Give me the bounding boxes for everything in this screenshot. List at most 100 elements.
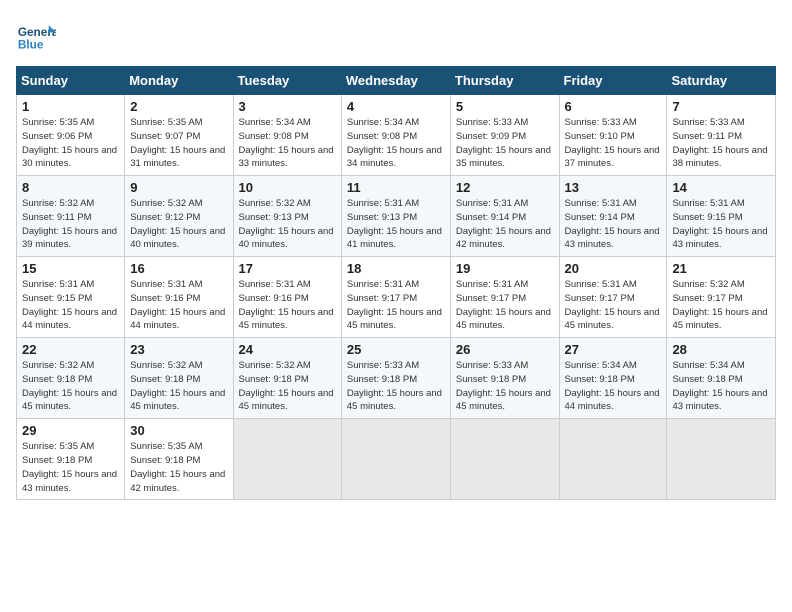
day-number: 27 bbox=[565, 342, 662, 357]
day-info: Sunrise: 5:31 AMSunset: 9:14 PMDaylight:… bbox=[456, 197, 554, 252]
logo: General Blue bbox=[16, 16, 56, 56]
day-info: Sunrise: 5:32 AMSunset: 9:12 PMDaylight:… bbox=[130, 197, 227, 252]
day-number: 5 bbox=[456, 99, 554, 114]
weekday-header: Thursday bbox=[450, 67, 559, 95]
day-number: 29 bbox=[22, 423, 119, 438]
day-info: Sunrise: 5:32 AMSunset: 9:18 PMDaylight:… bbox=[239, 359, 336, 414]
calendar-cell: 8 Sunrise: 5:32 AMSunset: 9:11 PMDaylight… bbox=[17, 176, 125, 257]
calendar-cell: 17Sunrise: 5:31 AMSunset: 9:16 PMDayligh… bbox=[233, 257, 341, 338]
day-info: Sunrise: 5:31 AMSunset: 9:13 PMDaylight:… bbox=[347, 197, 445, 252]
day-number: 3 bbox=[239, 99, 336, 114]
calendar-cell: 29 Sunrise: 5:35 AMSunset: 9:18 PMDayligh… bbox=[17, 419, 125, 500]
day-number: 2 bbox=[130, 99, 227, 114]
calendar-cell: 12 Sunrise: 5:31 AMSunset: 9:14 PMDayligh… bbox=[450, 176, 559, 257]
day-number: 15 bbox=[22, 261, 119, 276]
day-info: Sunrise: 5:31 AMSunset: 9:17 PMDaylight:… bbox=[456, 278, 554, 333]
day-info: Sunrise: 5:35 AMSunset: 9:06 PMDaylight:… bbox=[22, 116, 119, 171]
calendar-cell: 30 Sunrise: 5:35 AMSunset: 9:18 PMDayligh… bbox=[125, 419, 233, 500]
calendar-cell: 16 Sunrise: 5:31 AMSunset: 9:16 PMDayligh… bbox=[125, 257, 233, 338]
day-info: Sunrise: 5:31 AMSunset: 9:14 PMDaylight:… bbox=[565, 197, 662, 252]
day-number: 25 bbox=[347, 342, 445, 357]
day-number: 22 bbox=[22, 342, 119, 357]
day-number: 14 bbox=[672, 180, 770, 195]
calendar-cell: 28Sunrise: 5:34 AMSunset: 9:18 PMDayligh… bbox=[667, 338, 776, 419]
day-info: Sunrise: 5:33 AMSunset: 9:18 PMDaylight:… bbox=[456, 359, 554, 414]
calendar-cell: 25 Sunrise: 5:33 AMSunset: 9:18 PMDayligh… bbox=[341, 338, 450, 419]
weekday-header: Sunday bbox=[17, 67, 125, 95]
calendar-cell: 14 Sunrise: 5:31 AMSunset: 9:15 PMDayligh… bbox=[667, 176, 776, 257]
logo-icon: General Blue bbox=[16, 16, 56, 56]
day-info: Sunrise: 5:33 AMSunset: 9:18 PMDaylight:… bbox=[347, 359, 445, 414]
day-number: 1 bbox=[22, 99, 119, 114]
calendar-cell: 4Sunrise: 5:34 AMSunset: 9:08 PMDaylight… bbox=[341, 95, 450, 176]
calendar-cell: 10 Sunrise: 5:32 AMSunset: 9:13 PMDayligh… bbox=[233, 176, 341, 257]
calendar-cell bbox=[559, 419, 667, 500]
calendar-cell: 7 Sunrise: 5:33 AMSunset: 9:11 PMDaylight… bbox=[667, 95, 776, 176]
day-number: 7 bbox=[672, 99, 770, 114]
day-number: 23 bbox=[130, 342, 227, 357]
calendar-cell: 5 Sunrise: 5:33 AMSunset: 9:09 PMDaylight… bbox=[450, 95, 559, 176]
day-number: 26 bbox=[456, 342, 554, 357]
calendar-cell bbox=[233, 419, 341, 500]
svg-text:Blue: Blue bbox=[18, 38, 44, 52]
calendar-cell: 22 Sunrise: 5:32 AMSunset: 9:18 PMDayligh… bbox=[17, 338, 125, 419]
calendar-cell: 18 Sunrise: 5:31 AMSunset: 9:17 PMDayligh… bbox=[341, 257, 450, 338]
day-number: 12 bbox=[456, 180, 554, 195]
calendar-cell: 19 Sunrise: 5:31 AMSunset: 9:17 PMDayligh… bbox=[450, 257, 559, 338]
day-number: 13 bbox=[565, 180, 662, 195]
calendar-cell: 24 Sunrise: 5:32 AMSunset: 9:18 PMDayligh… bbox=[233, 338, 341, 419]
day-info: Sunrise: 5:32 AMSunset: 9:17 PMDaylight:… bbox=[672, 278, 770, 333]
day-number: 4 bbox=[347, 99, 445, 114]
day-number: 9 bbox=[130, 180, 227, 195]
calendar-cell: 15 Sunrise: 5:31 AMSunset: 9:15 PMDayligh… bbox=[17, 257, 125, 338]
day-info: Sunrise: 5:32 AMSunset: 9:18 PMDaylight:… bbox=[22, 359, 119, 414]
calendar-cell: 26 Sunrise: 5:33 AMSunset: 9:18 PMDayligh… bbox=[450, 338, 559, 419]
day-info: Sunrise: 5:35 AMSunset: 9:07 PMDaylight:… bbox=[130, 116, 227, 171]
day-info: Sunrise: 5:33 AMSunset: 9:11 PMDaylight:… bbox=[672, 116, 770, 171]
day-number: 24 bbox=[239, 342, 336, 357]
weekday-header: Tuesday bbox=[233, 67, 341, 95]
calendar-cell: 13 Sunrise: 5:31 AMSunset: 9:14 PMDayligh… bbox=[559, 176, 667, 257]
day-number: 11 bbox=[347, 180, 445, 195]
day-number: 18 bbox=[347, 261, 445, 276]
day-info: Sunrise: 5:33 AMSunset: 9:09 PMDaylight:… bbox=[456, 116, 554, 171]
day-number: 30 bbox=[130, 423, 227, 438]
calendar-cell: 6 Sunrise: 5:33 AMSunset: 9:10 PMDaylight… bbox=[559, 95, 667, 176]
day-info: Sunrise: 5:31 AMSunset: 9:15 PMDaylight:… bbox=[22, 278, 119, 333]
day-number: 10 bbox=[239, 180, 336, 195]
day-number: 20 bbox=[565, 261, 662, 276]
day-info: Sunrise: 5:34 AMSunset: 9:08 PMDaylight:… bbox=[239, 116, 336, 171]
day-info: Sunrise: 5:31 AMSunset: 9:17 PMDaylight:… bbox=[565, 278, 662, 333]
day-info: Sunrise: 5:31 AMSunset: 9:15 PMDaylight:… bbox=[672, 197, 770, 252]
day-info: Sunrise: 5:33 AMSunset: 9:10 PMDaylight:… bbox=[565, 116, 662, 171]
calendar-cell: 3 Sunrise: 5:34 AMSunset: 9:08 PMDaylight… bbox=[233, 95, 341, 176]
day-info: Sunrise: 5:31 AMSunset: 9:16 PMDaylight:… bbox=[239, 278, 336, 333]
calendar-cell bbox=[341, 419, 450, 500]
day-info: Sunrise: 5:34 AMSunset: 9:18 PMDaylight:… bbox=[672, 359, 770, 414]
page-header: General Blue bbox=[16, 16, 776, 56]
day-info: Sunrise: 5:34 AMSunset: 9:18 PMDaylight:… bbox=[565, 359, 662, 414]
calendar-cell: 23Sunrise: 5:32 AMSunset: 9:18 PMDayligh… bbox=[125, 338, 233, 419]
calendar-cell: 9 Sunrise: 5:32 AMSunset: 9:12 PMDaylight… bbox=[125, 176, 233, 257]
calendar-cell: 1 Sunrise: 5:35 AMSunset: 9:06 PMDaylight… bbox=[17, 95, 125, 176]
calendar-cell: 27 Sunrise: 5:34 AMSunset: 9:18 PMDayligh… bbox=[559, 338, 667, 419]
calendar-cell: 21 Sunrise: 5:32 AMSunset: 9:17 PMDayligh… bbox=[667, 257, 776, 338]
day-info: Sunrise: 5:35 AMSunset: 9:18 PMDaylight:… bbox=[22, 440, 119, 495]
weekday-header: Monday bbox=[125, 67, 233, 95]
day-info: Sunrise: 5:32 AMSunset: 9:13 PMDaylight:… bbox=[239, 197, 336, 252]
day-number: 8 bbox=[22, 180, 119, 195]
day-number: 16 bbox=[130, 261, 227, 276]
calendar-cell bbox=[667, 419, 776, 500]
calendar-cell: 20 Sunrise: 5:31 AMSunset: 9:17 PMDayligh… bbox=[559, 257, 667, 338]
weekday-header: Wednesday bbox=[341, 67, 450, 95]
calendar-cell: 2 Sunrise: 5:35 AMSunset: 9:07 PMDaylight… bbox=[125, 95, 233, 176]
day-info: Sunrise: 5:31 AMSunset: 9:16 PMDaylight:… bbox=[130, 278, 227, 333]
day-info: Sunrise: 5:35 AMSunset: 9:18 PMDaylight:… bbox=[130, 440, 227, 495]
calendar-table: SundayMondayTuesdayWednesdayThursdayFrid… bbox=[16, 66, 776, 500]
day-number: 6 bbox=[565, 99, 662, 114]
calendar-cell bbox=[450, 419, 559, 500]
day-info: Sunrise: 5:32 AMSunset: 9:11 PMDaylight:… bbox=[22, 197, 119, 252]
day-number: 19 bbox=[456, 261, 554, 276]
day-info: Sunrise: 5:31 AMSunset: 9:17 PMDaylight:… bbox=[347, 278, 445, 333]
day-number: 21 bbox=[672, 261, 770, 276]
